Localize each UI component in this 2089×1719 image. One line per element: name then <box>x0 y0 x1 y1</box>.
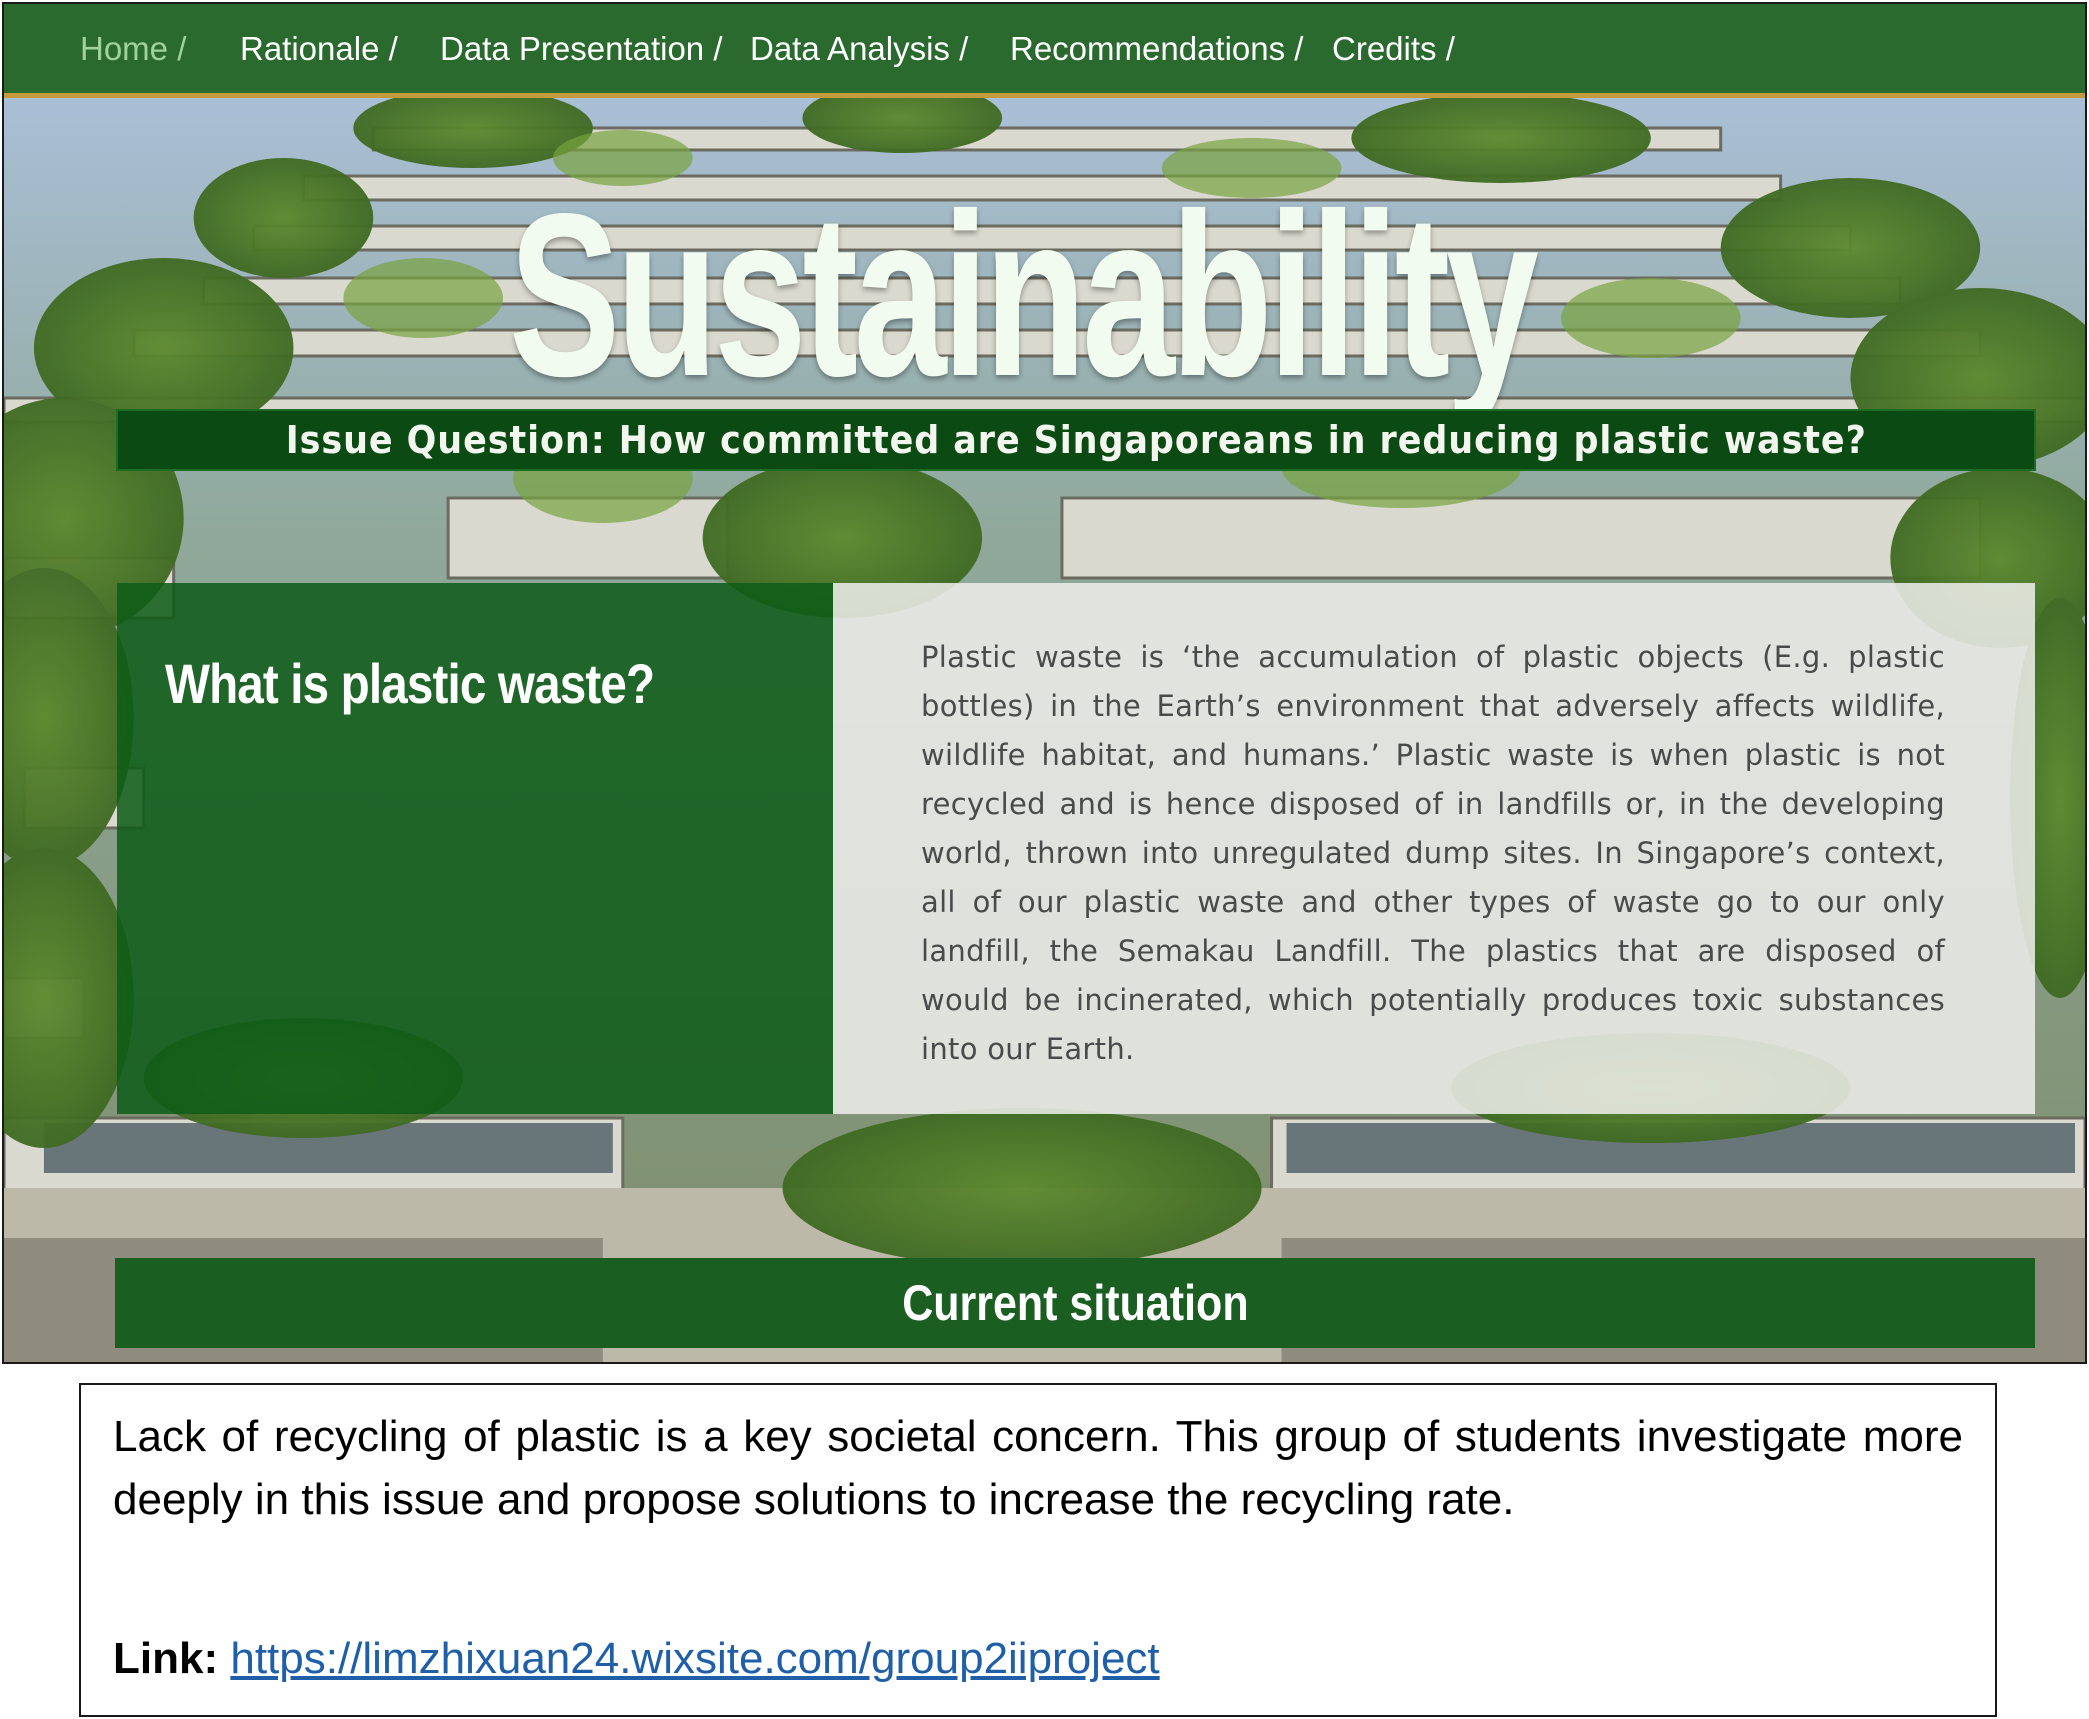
nav-data-presentation-slot: Data Presentation / <box>440 30 750 68</box>
nav-item-credits[interactable]: Credits / <box>1332 30 1455 67</box>
info-body-box: Plastic waste is ‘the accumulation of pl… <box>833 583 2035 1114</box>
project-link[interactable]: https://limzhixuan24.wixsite.com/group2i… <box>230 1634 1159 1683</box>
issue-question-text: Issue Question: How committed are Singap… <box>285 418 1867 462</box>
caption-text: Lack of recycling of plastic is a key so… <box>113 1412 1963 1524</box>
nav-item-rationale[interactable]: Rationale / <box>240 30 398 67</box>
nav-item-data-analysis[interactable]: Data Analysis / <box>750 30 968 67</box>
nav-credits-slot: Credits / <box>1332 30 1472 68</box>
nav-recommendations-slot: Recommendations / <box>1010 30 1332 68</box>
current-situation-banner: Current situation <box>115 1258 2035 1348</box>
info-heading: What is plastic waste? <box>165 652 655 715</box>
nav-data-analysis-slot: Data Analysis / <box>750 30 1010 68</box>
hero-section: Sustainability Issue Question: How commi… <box>4 98 2085 1362</box>
nav-item-home[interactable]: Home / <box>80 30 186 67</box>
hero-title: Sustainability <box>509 166 1539 425</box>
info-body-text: Plastic waste is ‘the accumulation of pl… <box>921 640 1945 1066</box>
link-line: Link: https://limzhixuan24.wixsite.com/g… <box>113 1630 1160 1688</box>
info-heading-box: What is plastic waste? <box>117 583 833 1114</box>
website-screenshot: Home / Rationale / Data Presentation / D… <box>2 2 2087 1364</box>
current-situation-heading: Current situation <box>901 1275 1249 1331</box>
nav-home-slot: Home / <box>80 30 240 68</box>
nav-item-recommendations[interactable]: Recommendations / <box>1010 30 1303 67</box>
nav-item-data-presentation[interactable]: Data Presentation / <box>440 30 723 67</box>
caption-box: Lack of recycling of plastic is a key so… <box>79 1383 1997 1717</box>
link-label: Link: <box>113 1634 219 1683</box>
top-navigation: Home / Rationale / Data Presentation / D… <box>4 4 2085 98</box>
plastic-waste-info-panel: What is plastic waste? Plastic waste is … <box>117 583 2035 1114</box>
issue-question-banner: Issue Question: How committed are Singap… <box>116 409 2036 471</box>
nav-rationale-slot: Rationale / <box>240 30 440 68</box>
